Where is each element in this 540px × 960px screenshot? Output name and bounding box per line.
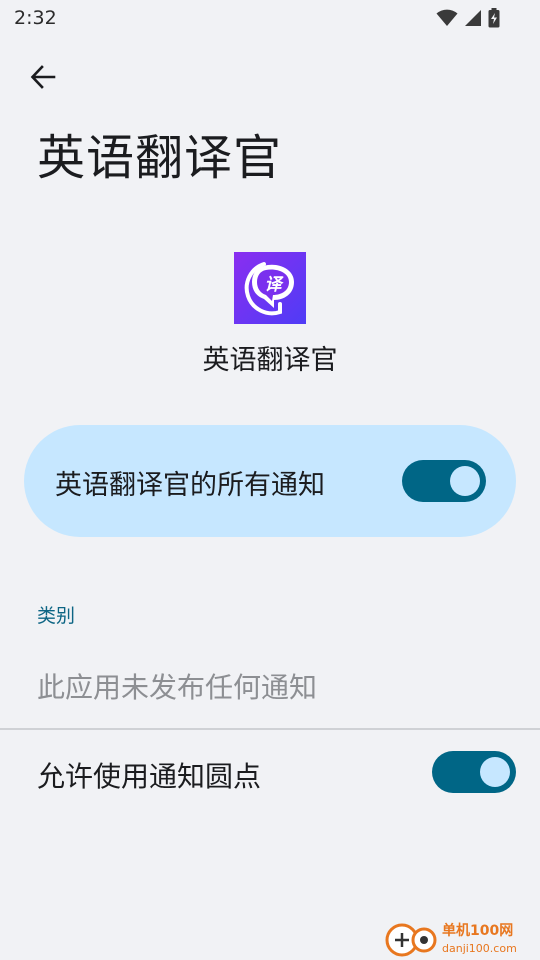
notification-dots-switch[interactable] — [432, 751, 516, 793]
status-bar: 2:32 — [0, 0, 540, 36]
wifi-icon — [436, 9, 458, 31]
all-notifications-card[interactable]: 英语翻译官的所有通知 — [24, 425, 516, 537]
page-title: 英语翻译官 — [37, 130, 283, 186]
divider — [0, 728, 540, 730]
watermark-logo: 单机100网 danji100.com — [384, 918, 534, 958]
signal-icon — [464, 9, 482, 31]
switch-thumb — [450, 466, 480, 496]
no-notifications-text: 此应用未发布任何通知 — [37, 671, 318, 704]
notification-dots-label: 允许使用通知圆点 — [37, 760, 262, 793]
categories-header: 类别 — [37, 605, 76, 627]
back-button[interactable] — [22, 58, 64, 100]
notification-settings-screen: 2:32 英语翻译官 译 英语翻译官 英语翻译官的所有通知 类别 此应用未发布任… — [0, 0, 540, 960]
app-name: 英语翻译官 — [202, 345, 338, 376]
status-icons — [436, 8, 500, 32]
status-time: 2:32 — [14, 7, 57, 29]
switch-thumb — [480, 757, 510, 787]
translate-app-icon: 译 — [234, 252, 306, 324]
battery-charging-icon — [488, 8, 500, 32]
watermark-brand: 单机100网 — [442, 922, 513, 939]
all-notifications-switch[interactable] — [402, 460, 486, 502]
watermark-domain: danji100.com — [442, 942, 517, 955]
all-notifications-label: 英语翻译官的所有通知 — [55, 470, 325, 501]
arrow-back-icon — [29, 63, 57, 95]
